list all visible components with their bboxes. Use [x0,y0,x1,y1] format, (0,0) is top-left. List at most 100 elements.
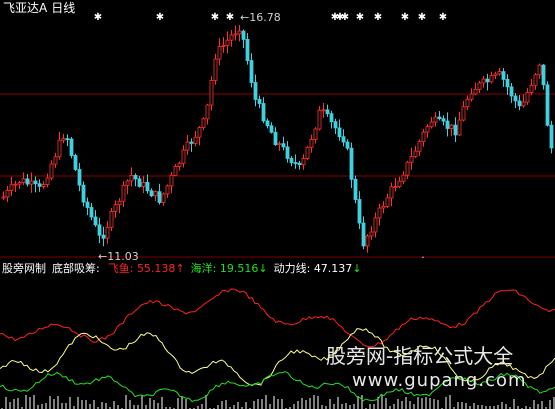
candle-body [105,226,110,239]
candle-body [509,86,514,97]
indicator-subtitle: 底部吸筹: [52,262,100,275]
candle-body [393,186,398,188]
candle-body [297,162,302,166]
indicator-bars [1,395,555,409]
dongli-legend: 动力线: 47.137↓ [274,262,362,275]
candle-body [353,178,358,200]
candle-body [217,46,222,60]
haiyang-legend: 海洋: 19.516↓ [191,262,268,275]
candle-body [369,231,374,237]
candle-body [433,116,438,123]
candle-body [389,186,394,199]
candle-body [229,34,234,41]
candle-body [385,197,390,207]
candle-body [9,184,14,191]
candle-body [13,183,18,186]
candle-body [249,60,254,83]
candle-body [365,235,370,247]
candle-body [257,99,262,104]
dongli-value: 47.137 [313,262,353,275]
candle-body [253,82,258,100]
candle-body [197,127,202,138]
candle-body [293,162,298,164]
candle-body [549,124,554,149]
price-grid [0,93,555,258]
price-panel[interactable]: ✱ ✱ ✱ ✱ ✱✱✱ ✱ ✱ ✱ ✱ ✱ [0,0,555,258]
candle-body [373,217,378,233]
candle-body [193,136,198,144]
feiyu-line [0,288,555,348]
candle-body [337,127,342,138]
candle-body [333,121,338,129]
candle-body [145,181,150,192]
candle-body [161,193,166,203]
candle-body [401,174,406,182]
chart-window: ✱ ✱ ✱ ✱ ✱ ✱ ✱ ✱ ✱ ✱ ✱ ✱ 飞亚达A 日线 ←16.78 ←11.03 股旁网制 底部… [0,0,555,409]
candle-body [417,141,422,152]
candle-body [245,39,250,61]
candle-body [17,182,22,185]
candle-body [521,101,526,107]
candle-body [85,201,90,208]
candle-body [113,204,118,212]
signal-marker-icon: ✱ [211,12,219,23]
candle-body [305,146,310,159]
candle-body [281,143,286,148]
candle-body [381,205,386,209]
candle-body [129,174,134,182]
candle-body [205,104,210,120]
candle-body [289,158,294,163]
candle-body [421,131,426,143]
candle-body [477,82,482,90]
high-price-annotation: ←16.78 [240,12,281,24]
dongli-arrow-icon: ↓ [352,262,362,275]
candle-body [97,224,102,236]
candle-body [409,156,414,163]
signal-marker-icon: ✱ [439,12,447,23]
candle-body [237,30,242,35]
candle-body [57,139,62,158]
candle-body [301,158,306,166]
candle-body [5,190,10,198]
feiyu-label: 飞鱼: [107,262,134,275]
high-price-value: 16.78 [249,11,281,24]
candle-body [53,156,58,165]
candle-body [425,126,430,133]
candle-body [501,71,506,80]
candle-body [69,138,74,156]
candle-body [445,120,450,129]
watermark-url: www.gupang.com [352,370,527,391]
candle-body [181,149,186,164]
candle-body [1,196,6,199]
candle-body [29,180,34,185]
candle-body [37,183,42,187]
candle-body [177,162,182,167]
candle-body [149,190,154,197]
candle-body [41,184,46,187]
watermark-text: 股旁网-指标公式大全 [326,344,514,368]
signal-marker-icon: ✱ [356,12,364,23]
candle-body [357,199,362,224]
candle-body [277,143,282,146]
candle-body [221,44,226,47]
period-label: 日线 [51,1,76,15]
candle-body [345,141,350,149]
candle-body [537,64,542,76]
candle-body [397,180,402,187]
haiyang-value: 19.516 [219,262,259,275]
candle-body [309,139,314,148]
candle-body [441,118,446,122]
high-arrow-icon: ← [240,11,250,24]
candle-body [153,191,158,197]
candle-body [141,181,146,187]
candle-body [437,116,442,120]
candle-body [489,74,494,83]
candle-body [457,119,462,136]
candle-body [453,124,458,136]
candle-body [189,141,194,144]
candle-body [201,118,206,128]
candle-body [109,211,114,228]
candle-body [225,39,230,46]
candle-body [449,124,454,129]
candle-body [77,169,82,186]
